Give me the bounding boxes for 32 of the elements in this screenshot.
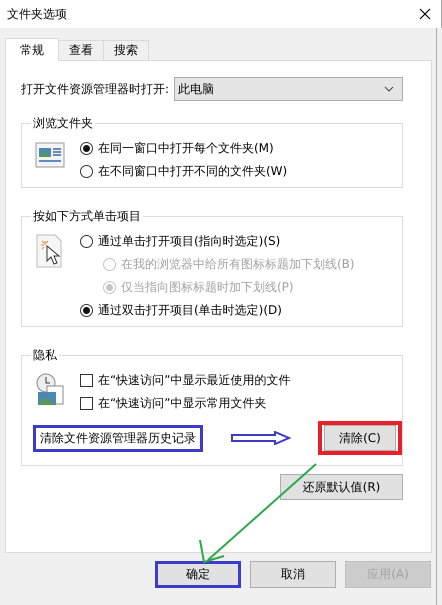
radio-button[interactable] bbox=[80, 142, 93, 154]
window-icon bbox=[35, 140, 65, 170]
field-label: 打开文件资源管理器时打开: bbox=[21, 80, 170, 98]
checkbox[interactable] bbox=[80, 396, 93, 410]
option-label: 仅当指向图标标题时加下划线(P) bbox=[121, 278, 294, 296]
option-label: 在我的浏览器中给所有图标标题加下划线(B) bbox=[121, 256, 355, 272]
restore-defaults-button[interactable]: 还原默认值(R) bbox=[280, 474, 403, 500]
radio-button[interactable] bbox=[80, 234, 93, 248]
option-label: 通过双击打开项目(单击时选定)(D) bbox=[98, 302, 282, 318]
caret-icon bbox=[384, 86, 394, 92]
checkbox[interactable] bbox=[80, 374, 93, 386]
checkbox-label: 在“快速访问”中显示常用文件夹 bbox=[98, 394, 266, 412]
checkbox-label: 在“快速访问”中显示最近使用的文件 bbox=[98, 372, 290, 388]
history-label: 清除文件资源管理器历史记录 bbox=[40, 430, 196, 444]
dialog-button[interactable]: 取消 bbox=[250, 561, 336, 588]
radio-button[interactable] bbox=[80, 304, 93, 316]
option-label: 在不同窗口中打开不同的文件夹(W) bbox=[98, 162, 288, 180]
group-title: 隐私 bbox=[32, 347, 58, 364]
tab[interactable]: 搜索 bbox=[103, 40, 149, 60]
window-title: 文件夹选项 bbox=[7, 6, 67, 22]
clear-button[interactable]: 清除(C) bbox=[324, 425, 396, 451]
clock-icon bbox=[35, 372, 65, 406]
radio-button[interactable] bbox=[80, 164, 93, 178]
dialog-button[interactable]: 确定 bbox=[155, 561, 241, 588]
close-icon[interactable] bbox=[419, 8, 431, 20]
group-title: 按如下方式单击项目 bbox=[32, 208, 142, 225]
option-label: 在同一窗口中打开每个文件夹(M) bbox=[98, 140, 274, 156]
dropdown[interactable]: 此电脑 bbox=[174, 77, 403, 101]
tab[interactable]: 常规 bbox=[5, 38, 59, 61]
group-title: 浏览文件夹 bbox=[32, 115, 94, 132]
option-label: 通过单击打开项目(指向时选定)(S) bbox=[98, 232, 280, 250]
arrow-icon bbox=[230, 431, 290, 445]
